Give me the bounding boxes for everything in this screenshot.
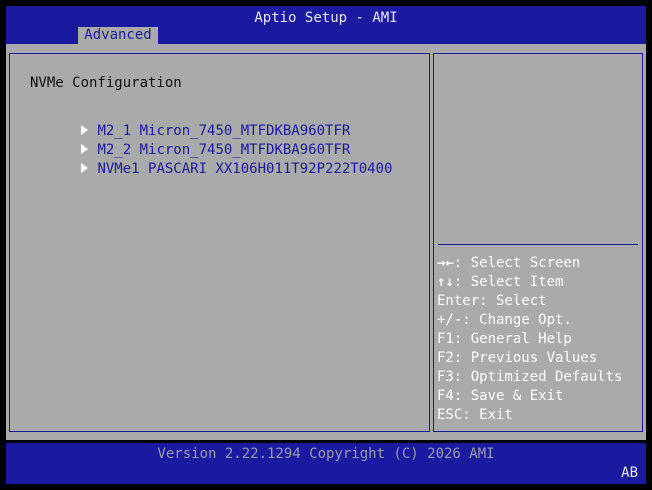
- help-divider: [438, 244, 638, 245]
- help-f3: F3: Optimized Defaults: [437, 369, 623, 385]
- help-f4: F4: Save & Exit: [437, 388, 564, 404]
- version-text: Version 2.22.1294 Copyright (C) 2026 AMI: [157, 446, 495, 462]
- submenu-arrow-icon: [81, 162, 89, 173]
- section-title: NVMe Configuration: [30, 75, 182, 91]
- tab-advanced[interactable]: Advanced: [78, 27, 158, 44]
- help-f1: F1: General Help: [437, 331, 572, 347]
- help-esc: ESC: Exit: [437, 407, 513, 423]
- menu-item-nvme1[interactable]: NVMe1 PASCARI XX106H011T92P222T0400: [14, 141, 392, 177]
- help-change-opt: +/-: Change Opt.: [437, 312, 572, 328]
- help-select-item: ↑↓: Select Item: [437, 274, 564, 290]
- main-area: NVMe Configuration M2_1 Micron_7450_MTFD…: [6, 44, 646, 440]
- app-title: Aptio Setup - AMI: [254, 10, 398, 26]
- help-f2: F2: Previous Values: [437, 350, 598, 366]
- arrows-left-right-icon: →←: [437, 255, 454, 271]
- settings-panel: NVMe Configuration M2_1 Micron_7450_MTFD…: [9, 53, 430, 432]
- corner-label: AB: [621, 465, 638, 481]
- footer-bar: Version 2.22.1294 Copyright (C) 2026 AMI…: [6, 443, 646, 484]
- menu-item-m2-2[interactable]: M2_2 Micron_7450_MTFDKBA960TFR: [14, 122, 350, 158]
- arrows-up-down-icon: ↑↓: [437, 274, 454, 290]
- menu-item-label: NVMe1 PASCARI XX106H011T92P222T0400: [97, 161, 393, 177]
- bios-screen: Aptio Setup - AMI Advanced NVMe Configur…: [0, 0, 652, 490]
- help-select-screen: →←: Select Screen: [437, 255, 581, 271]
- menu-item-m2-1[interactable]: M2_1 Micron_7450_MTFDKBA960TFR: [14, 103, 350, 139]
- help-enter: Enter: Select: [437, 293, 547, 309]
